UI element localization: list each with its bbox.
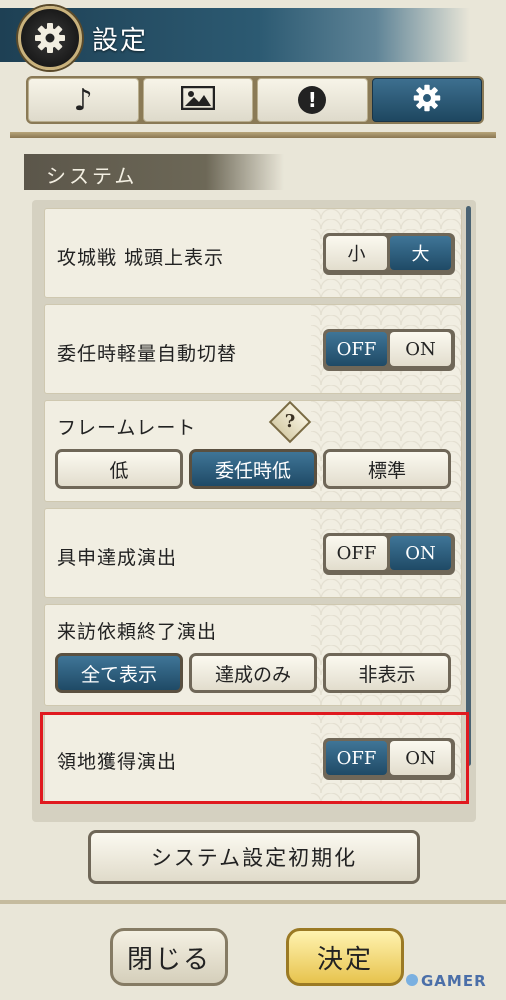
gamer-logo-icon (406, 974, 418, 986)
confirm-button[interactable]: 決定 (286, 928, 404, 986)
help-icon[interactable]: ? (268, 401, 312, 444)
option-on[interactable]: ON (390, 332, 451, 366)
tab-bar: ♪ ! (26, 76, 484, 124)
reset-system-settings-button[interactable]: システム設定初期化 (88, 830, 420, 884)
option-on[interactable]: ON (390, 536, 451, 570)
tab-graphics[interactable] (142, 78, 253, 122)
option-hide[interactable]: 非表示 (323, 653, 451, 693)
watermark: GAMER (406, 972, 487, 990)
header: 設定 (0, 0, 506, 70)
image-icon (180, 85, 215, 114)
divider (10, 132, 496, 138)
option-low-when-delegated[interactable]: 委任時低 (189, 449, 317, 489)
setting-framerate: フレームレート ? 低 委任時低 標準 (44, 400, 462, 502)
setting-label: 攻城戦 城頭上表示 (57, 247, 225, 269)
setting-visit-end-effect: 来訪依頼終了演出 全て表示 達成のみ 非表示 (44, 604, 462, 706)
option-achieved-only[interactable]: 達成のみ (189, 653, 317, 693)
setting-gushin-effect: 具申達成演出 OFF ON (44, 508, 462, 598)
setting-castle-label: 攻城戦 城頭上表示 小 大 (44, 208, 462, 298)
highlight-box (40, 712, 469, 804)
gear-icon (412, 83, 442, 117)
option-low[interactable]: 低 (55, 449, 183, 489)
setting-lightweight-switch: 委任時軽量自動切替 OFF ON (44, 304, 462, 394)
tab-system[interactable] (371, 78, 482, 122)
gear-icon (18, 6, 82, 70)
option-small[interactable]: 小 (326, 236, 387, 270)
page-title: 設定 (92, 26, 149, 56)
close-button[interactable]: 閉じる (110, 928, 228, 986)
tab-sound[interactable]: ♪ (28, 78, 139, 122)
exclamation-icon: ! (298, 86, 327, 114)
size-toggle: 小 大 (323, 233, 455, 275)
option-large[interactable]: 大 (390, 236, 451, 270)
option-standard[interactable]: 標準 (323, 449, 451, 489)
setting-label: フレームレート (57, 417, 197, 439)
setting-label: 来訪依頼終了演出 (57, 621, 218, 643)
setting-label: 具申達成演出 (57, 547, 178, 569)
music-note-icon: ♪ (73, 82, 93, 118)
section-header: システム (24, 154, 284, 190)
off-on-toggle: OFF ON (323, 329, 455, 371)
setting-label: 委任時軽量自動切替 (57, 343, 238, 365)
option-off[interactable]: OFF (326, 332, 387, 366)
visit-options: 全て表示 達成のみ 非表示 (55, 653, 451, 693)
tab-notice[interactable]: ! (257, 78, 368, 122)
off-on-toggle: OFF ON (323, 533, 455, 575)
option-off[interactable]: OFF (326, 536, 387, 570)
divider (0, 900, 506, 904)
option-show-all[interactable]: 全て表示 (55, 653, 183, 693)
framerate-options: 低 委任時低 標準 (55, 449, 451, 489)
scrollbar[interactable] (466, 206, 471, 766)
section-title: システム (46, 164, 138, 188)
